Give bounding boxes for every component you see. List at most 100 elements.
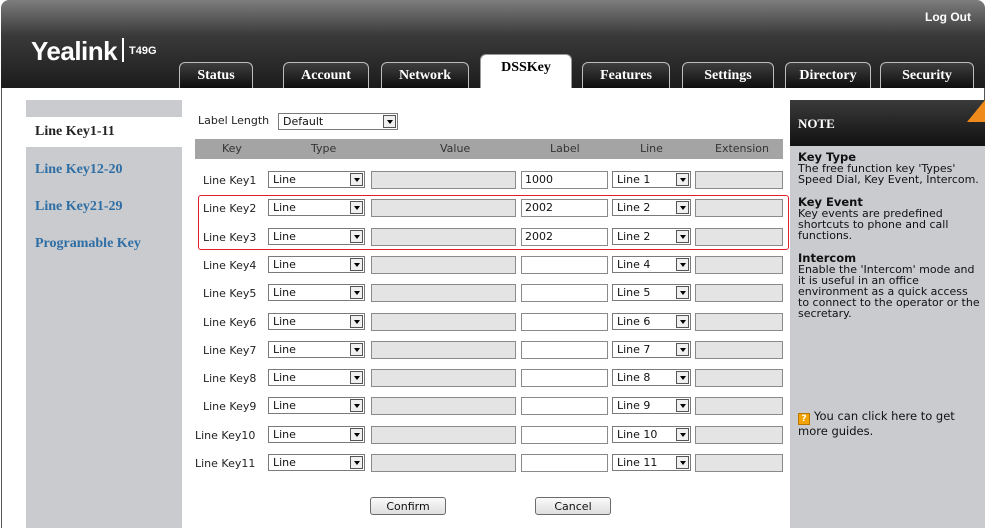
type-select[interactable]: Line [268,313,365,330]
value-field[interactable] [371,397,516,415]
line-select[interactable]: Line 4 [612,256,691,273]
logout-link[interactable]: Log Out [925,10,971,24]
line-select[interactable]: Line 8 [612,369,691,386]
type-value: Line [273,343,296,356]
value-field[interactable] [371,228,516,246]
label-length-label: Label Length [198,114,270,127]
sidebar-item-line-key12-20[interactable]: Line Key12-20 [26,155,182,185]
value-field[interactable] [371,341,516,359]
extension-field[interactable] [695,369,783,387]
value-field[interactable] [371,426,516,444]
chevron-down-icon [676,173,689,186]
table-row: Line Key2 Line 2002 Line 2 [195,197,783,219]
extension-field[interactable] [695,397,783,415]
extension-field[interactable] [695,228,783,246]
tab-account[interactable]: Account [283,62,369,88]
chevron-down-icon [350,286,363,299]
extension-field[interactable] [695,199,783,217]
label-field[interactable]: 2002 [521,228,608,246]
type-value: Line [273,258,296,271]
label-field[interactable] [521,341,608,359]
value-field[interactable] [371,171,516,189]
type-value: Line [273,315,296,328]
line-value: Line 10 [617,428,658,441]
confirm-button[interactable]: Confirm [370,497,446,515]
tab-directory[interactable]: Directory [785,62,871,88]
guide-link[interactable]: ? You can click here to get more guides. [798,410,980,438]
value-field[interactable] [371,256,516,274]
type-select[interactable]: Line [268,228,365,245]
line-select[interactable]: Line 2 [612,199,691,216]
table-row: Line Key5 Line Line 5 [195,282,783,304]
tab-security[interactable]: Security [880,62,974,88]
label-field[interactable] [521,369,608,387]
line-select[interactable]: Line 1 [612,171,691,188]
extension-field[interactable] [695,426,783,444]
label-field[interactable]: 2002 [521,199,608,217]
key-label: Line Key7 [203,344,257,357]
label-field[interactable] [521,397,608,415]
tab-features[interactable]: Features [582,62,670,88]
label-length-select[interactable]: Default [278,113,398,130]
tab-settings[interactable]: Settings [682,62,774,88]
note-text-key-type: The free function key 'Types' Speed Dial… [798,162,979,186]
sidebar-item-line-key21-29[interactable]: Line Key21-29 [26,192,182,222]
line-select[interactable]: Line 10 [612,426,691,443]
value-field[interactable] [371,199,516,217]
label-field[interactable] [521,256,608,274]
tab-network[interactable]: Network [381,62,469,88]
extension-field[interactable] [695,454,783,472]
type-select[interactable]: Line [268,284,365,301]
line-select[interactable]: Line 6 [612,313,691,330]
extension-field[interactable] [695,313,783,331]
type-select[interactable]: Line [268,256,365,273]
extension-field[interactable] [695,171,783,189]
chevron-down-icon [676,371,689,384]
label-field[interactable]: 1000 [521,171,608,189]
type-select[interactable]: Line [268,454,365,471]
line-value: Line 7 [617,343,651,356]
extension-field[interactable] [695,256,783,274]
extension-field[interactable] [695,341,783,359]
key-label: Line Key10 [195,429,256,442]
type-select[interactable]: Line [268,397,365,414]
key-label: Line Key11 [195,457,256,470]
line-select[interactable]: Line 7 [612,341,691,358]
column-header-extension: Extension [715,142,770,155]
key-label: Line Key4 [203,259,257,272]
chevron-down-icon [676,258,689,271]
tab-status[interactable]: Status [179,62,253,88]
type-select[interactable]: Line [268,199,365,216]
value-field[interactable] [371,284,516,302]
value-field[interactable] [371,454,516,472]
type-value: Line [273,456,296,469]
sidebar-item-line-key1-11[interactable]: Line Key1-11 [26,117,182,147]
dsskey-form: Label Length Default Key Type Value Labe… [195,100,783,528]
label-field[interactable] [521,426,608,444]
label-field[interactable] [521,454,608,472]
note-panel: NOTE Key Type The free function key 'Typ… [790,100,985,528]
chevron-down-icon [350,230,363,243]
header-bar: Yealink T49G Log Out Status Account Netw… [1,0,985,90]
extension-field[interactable] [695,284,783,302]
label-field[interactable] [521,284,608,302]
note-text-intercom: Enable the 'Intercom' mode and it is use… [798,263,980,320]
value-field[interactable] [371,313,516,331]
line-select[interactable]: Line 2 [612,228,691,245]
line-select[interactable]: Line 11 [612,454,691,471]
type-select[interactable]: Line [268,369,365,386]
value-field[interactable] [371,369,516,387]
type-select[interactable]: Line [268,426,365,443]
chevron-down-icon [676,428,689,441]
type-select[interactable]: Line [268,171,365,188]
cancel-button[interactable]: Cancel [535,497,611,515]
sidebar: Line Key1-11 Line Key12-20 Line Key21-29… [26,100,182,528]
type-select[interactable]: Line [268,341,365,358]
key-label: Line Key5 [203,287,257,300]
line-value: Line 11 [617,456,658,469]
line-select[interactable]: Line 5 [612,284,691,301]
label-field[interactable] [521,313,608,331]
line-select[interactable]: Line 9 [612,397,691,414]
tab-dsskey[interactable]: DSSKey [480,54,572,90]
sidebar-item-programable-key[interactable]: Programable Key [26,229,182,259]
